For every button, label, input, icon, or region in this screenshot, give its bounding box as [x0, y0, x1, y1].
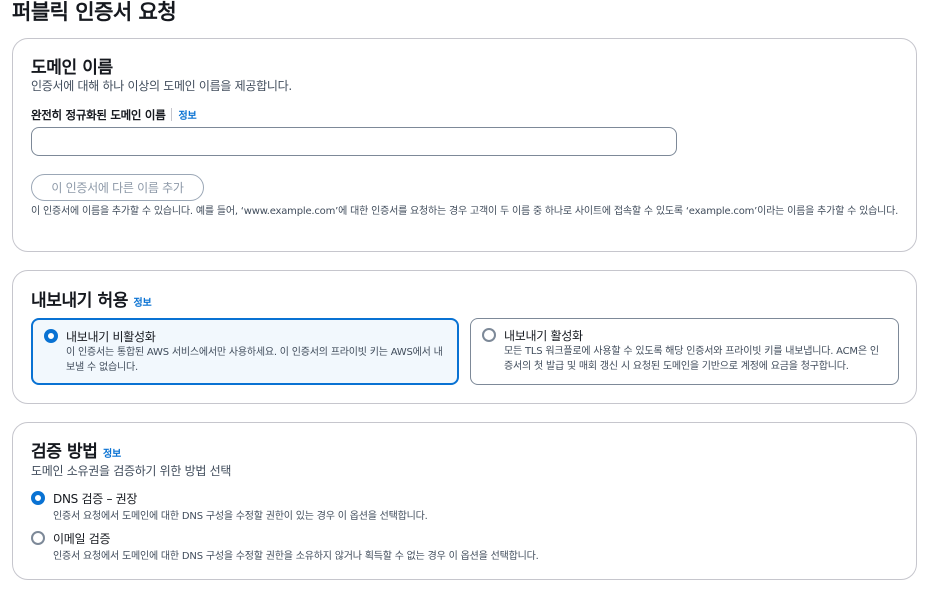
- label-separator: [171, 108, 173, 121]
- dns-validation-title: DNS 검증 – 권장: [53, 492, 138, 506]
- export-enable-description: 모든 TLS 워크플로에 사용할 수 있도록 해당 인증서와 프라이빗 키를 내…: [504, 346, 879, 372]
- allow-export-heading-text: 내보내기 허용: [31, 291, 128, 311]
- export-enable-radio[interactable]: [482, 328, 496, 342]
- dns-validation-description: 인증서 요청에서 도메인에 대한 DNS 구성을 수정할 권한이 있는 경우 이…: [53, 511, 428, 522]
- validation-method-description: 도메인 소유권을 검증하기 위한 방법 선택: [31, 464, 232, 478]
- fqdn-field-label: 완전히 정규화된 도메인 이름 정보: [31, 107, 197, 123]
- validation-info-link[interactable]: 정보: [103, 449, 121, 460]
- export-disable-description: 이 인증서는 통합된 AWS 서비스에서만 사용하세요. 이 인증서의 프라이빗…: [66, 347, 443, 373]
- export-enable-title: 내보내기 활성화: [504, 329, 583, 343]
- email-validation-radio[interactable]: [31, 531, 45, 545]
- page-title: 퍼블릭 인증서 요청: [12, 0, 177, 24]
- add-another-name-button[interactable]: 이 인증서에 다른 이름 추가: [31, 174, 204, 201]
- fqdn-input[interactable]: [31, 127, 677, 156]
- email-validation-description: 인증서 요청에서 도메인에 대한 DNS 구성을 수정할 권한을 소유하지 않거…: [53, 551, 539, 562]
- allow-export-info-link[interactable]: 정보: [134, 298, 152, 309]
- allow-export-panel: 내보내기 허용 정보 내보내기 비활성화 이 인증서는 통합된 AWS 서비스에…: [12, 270, 917, 404]
- domain-names-heading: 도메인 이름: [31, 58, 113, 78]
- domain-names-panel: 도메인 이름 인증서에 대해 하나 이상의 도메인 이름을 제공합니다. 완전히…: [12, 38, 917, 252]
- add-name-help-text: 이 인증서에 이름을 추가할 수 있습니다. 예를 들어, ‘www.examp…: [31, 206, 899, 217]
- export-disable-title: 내보내기 비활성화: [66, 330, 156, 344]
- allow-export-heading: 내보내기 허용 정보: [31, 286, 152, 311]
- fqdn-label-text: 완전히 정규화된 도메인 이름: [31, 108, 166, 122]
- domain-names-description: 인증서에 대해 하나 이상의 도메인 이름을 제공합니다.: [31, 79, 292, 93]
- export-enable-tile[interactable]: 내보내기 활성화 모든 TLS 워크플로에 사용할 수 있도록 해당 인증서와 …: [470, 318, 899, 385]
- validation-method-heading-text: 검증 방법: [31, 442, 98, 462]
- fqdn-info-link[interactable]: 정보: [178, 111, 196, 122]
- export-disable-radio[interactable]: [44, 329, 58, 343]
- validation-method-heading: 검증 방법 정보: [31, 437, 121, 462]
- validation-method-panel: 검증 방법 정보 도메인 소유권을 검증하기 위한 방법 선택 DNS 검증 –…: [12, 422, 917, 580]
- dns-validation-radio[interactable]: [31, 491, 45, 505]
- email-validation-title: 이메일 검증: [53, 532, 111, 546]
- export-disable-tile[interactable]: 내보내기 비활성화 이 인증서는 통합된 AWS 서비스에서만 사용하세요. 이…: [31, 318, 459, 385]
